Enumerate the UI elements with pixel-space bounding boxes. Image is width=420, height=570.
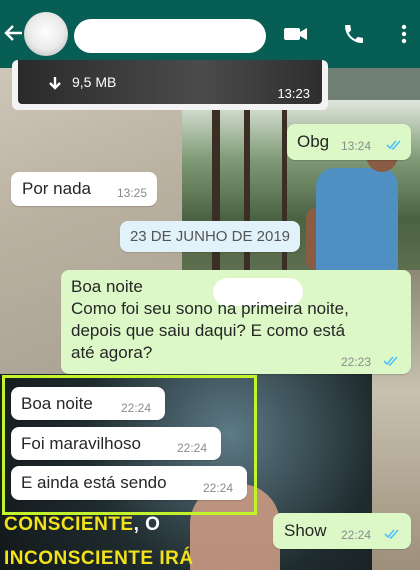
wallpaper-quote-line-1: CONSCIENTE, O xyxy=(4,514,161,535)
double-check-icon xyxy=(383,356,398,366)
message-text: Show xyxy=(284,521,327,540)
download-icon[interactable] xyxy=(48,76,62,92)
message-text-line: depois que saiu daqui? E como está xyxy=(71,321,346,340)
message-incoming[interactable]: E ainda está sendo 22:24 xyxy=(11,466,247,500)
contact-name[interactable] xyxy=(74,19,266,53)
media-attachment[interactable]: 9,5 MB 13:23 xyxy=(12,60,328,110)
message-outgoing[interactable]: Show 22:24 xyxy=(273,513,411,549)
message-time: 13:24 xyxy=(341,139,372,153)
date-separator-label: 23 DE JUNHO DE 2019 xyxy=(129,228,291,245)
wallpaper-quote-line-2: INCONSCIENTE IRÁ xyxy=(4,548,194,569)
message-time: 13:25 xyxy=(117,186,148,200)
message-text: E ainda está sendo xyxy=(21,473,167,492)
video-call-icon[interactable] xyxy=(282,22,310,46)
message-text: Boa noite xyxy=(21,394,93,413)
contact-avatar[interactable] xyxy=(24,12,68,56)
double-check-icon xyxy=(384,529,399,539)
media-preview: 9,5 MB 13:23 xyxy=(18,60,322,104)
chat-header xyxy=(0,0,420,68)
message-time: 22:24 xyxy=(341,528,372,542)
double-check-icon xyxy=(386,140,401,150)
attachment-time: 13:23 xyxy=(277,86,310,101)
back-arrow-icon[interactable] xyxy=(2,22,24,44)
message-incoming[interactable]: Por nada 13:25 xyxy=(11,172,157,206)
more-options-icon[interactable] xyxy=(394,22,414,46)
attachment-size: 9,5 MB xyxy=(72,74,117,90)
message-time: 22:23 xyxy=(341,355,372,369)
message-outgoing[interactable]: Boa noite Como foi seu sono na primeira … xyxy=(61,270,411,374)
message-text: Obg xyxy=(297,132,330,151)
message-time: 22:24 xyxy=(121,401,152,415)
message-time: 22:24 xyxy=(177,441,208,455)
message-time: 22:24 xyxy=(203,481,234,495)
message-incoming[interactable]: Foi maravilhoso 22:24 xyxy=(11,427,221,460)
message-incoming[interactable]: Boa noite 22:24 xyxy=(11,387,165,420)
message-text-line: Como foi seu sono na primeira noite, xyxy=(71,299,349,318)
message-text-line: até agora? xyxy=(71,343,153,362)
date-separator: 23 DE JUNHO DE 2019 xyxy=(120,221,300,252)
message-text-line: Boa noite xyxy=(71,277,143,296)
message-text: Foi maravilhoso xyxy=(21,434,141,453)
message-outgoing[interactable]: Obg 13:24 xyxy=(287,124,411,160)
message-text: Por nada xyxy=(22,179,91,198)
phone-icon[interactable] xyxy=(340,22,368,46)
